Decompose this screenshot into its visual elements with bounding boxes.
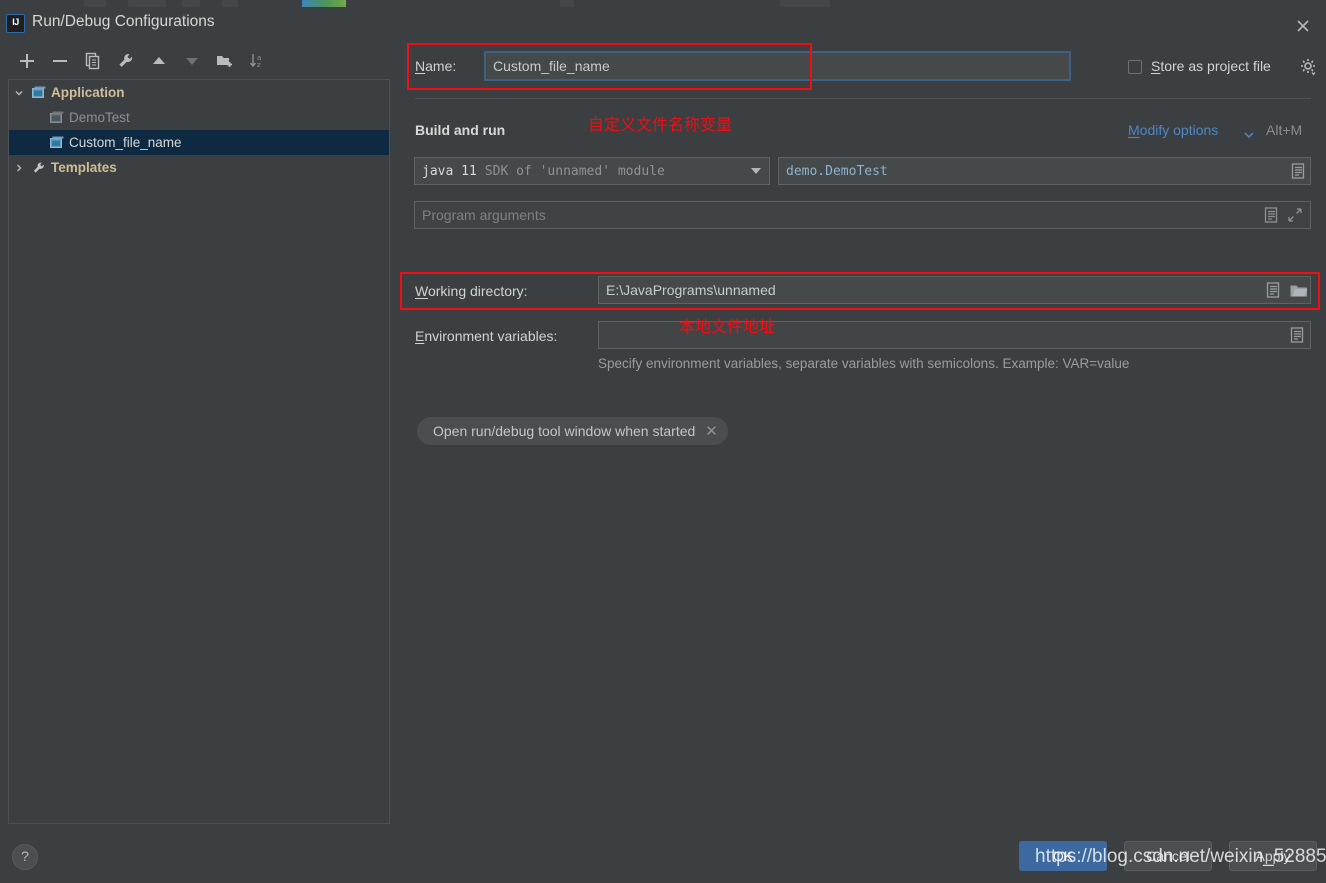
open-tool-window-chip[interactable]: Open run/debug tool window when started …	[417, 417, 728, 445]
working-directory-value: E:\JavaPrograms\unnamed	[606, 282, 776, 298]
tree-item-application[interactable]: Application	[9, 80, 389, 105]
working-directory-label: Working directory:	[415, 283, 528, 299]
chevron-right-icon[interactable]	[9, 163, 29, 173]
tree-item-custom-file-name[interactable]: Custom_file_name	[9, 130, 389, 155]
expand-icon[interactable]	[1287, 207, 1303, 228]
minus-icon[interactable]	[47, 48, 73, 74]
store-label-rest: tore as project file	[1160, 58, 1271, 74]
modify-options-shortcut: Alt+M	[1266, 122, 1303, 138]
apply-button[interactable]: Apply	[1229, 841, 1317, 871]
dialog-title: Run/Debug Configurations	[32, 13, 215, 30]
tree-item-templates[interactable]: Templates	[9, 155, 389, 180]
modify-options-link[interactable]: Modify options	[1128, 122, 1218, 138]
environment-variables-rest: nvironment variables:	[424, 328, 558, 344]
name-label-mnemonic: N	[415, 58, 426, 74]
tree-item-label: Custom_file_name	[69, 135, 182, 150]
main-class-input[interactable]: demo.DemoTest	[778, 157, 1311, 185]
tree-item-demotest[interactable]: DemoTest	[9, 105, 389, 130]
name-label: Name:	[415, 58, 456, 74]
chip-label: Open run/debug tool window when started	[433, 423, 696, 439]
folder-add-icon[interactable]	[212, 48, 238, 74]
dialog-titlebar: Run/Debug Configurations	[0, 6, 1326, 42]
chevron-down-icon[interactable]	[751, 168, 761, 174]
chevron-down-icon[interactable]	[9, 88, 29, 98]
main-class-value: demo.DemoTest	[786, 163, 888, 179]
folder-icon[interactable]	[1290, 283, 1308, 303]
application-window-icon	[29, 86, 49, 99]
help-button[interactable]: ?	[12, 844, 38, 870]
sdk-module-value: SDK of 'unnamed' module	[484, 163, 665, 179]
modify-options-rest: odify options	[1139, 122, 1219, 138]
help-button-label: ?	[21, 848, 29, 864]
name-input[interactable]: Custom_file_name	[484, 51, 1071, 81]
program-arguments-placeholder: Program arguments	[422, 207, 546, 223]
sdk-version-value: java 11	[422, 163, 477, 179]
section-divider	[415, 98, 1311, 99]
jre-module-dropdown[interactable]: java 11 SDK of 'unnamed' module	[414, 157, 770, 185]
arrow-up-icon[interactable]	[146, 48, 172, 74]
close-small-icon[interactable]: ✕	[705, 424, 718, 439]
configurations-toolbar: a z	[8, 48, 398, 76]
name-input-value: Custom_file_name	[493, 58, 610, 74]
store-as-project-file-label[interactable]: Store as project file	[1151, 58, 1271, 74]
tree-item-label: Application	[51, 85, 125, 100]
macro-icon[interactable]	[1266, 282, 1280, 303]
sort-alpha-icon[interactable]: a z	[245, 48, 271, 74]
working-directory-input[interactable]: E:\JavaPrograms\unnamed	[598, 276, 1311, 304]
close-icon[interactable]	[1288, 12, 1318, 40]
plus-icon[interactable]	[14, 48, 40, 74]
name-label-rest: ame:	[425, 58, 457, 74]
modify-options-mnemonic: M	[1128, 122, 1140, 138]
wrench-icon[interactable]	[113, 48, 139, 74]
tree-item-label: Templates	[51, 160, 117, 175]
arrow-down-icon[interactable]	[179, 48, 205, 74]
environment-variables-mnemonic: E	[415, 328, 425, 344]
working-directory-rest: orking directory:	[427, 283, 528, 299]
store-as-project-file-checkbox[interactable]	[1128, 60, 1142, 74]
program-arguments-input[interactable]: Program arguments	[414, 201, 1311, 229]
ok-button[interactable]: OK	[1019, 841, 1107, 871]
cancel-button[interactable]: Cancel	[1124, 841, 1212, 871]
run-debug-configurations-dialog: Run/Debug Configurations	[0, 0, 1326, 883]
intellij-logo-icon	[6, 14, 25, 33]
list-icon[interactable]	[1290, 327, 1304, 348]
configurations-tree[interactable]: Application DemoTest Custom_file_name Te…	[8, 79, 390, 824]
store-label-mnemonic: S	[1151, 58, 1161, 74]
wrench-icon	[29, 161, 49, 175]
application-window-icon	[47, 136, 67, 149]
chevron-down-icon[interactable]	[1243, 127, 1255, 145]
copy-icon[interactable]	[80, 48, 106, 74]
environment-variables-input[interactable]	[598, 321, 1311, 349]
macro-icon[interactable]	[1291, 163, 1305, 184]
environment-variables-hint: Specify environment variables, separate …	[598, 356, 1130, 371]
configuration-editor-pane: Name: Custom_file_name Store as project …	[400, 42, 1326, 832]
tree-item-label: DemoTest	[69, 110, 130, 125]
application-window-icon	[47, 111, 67, 124]
macro-icon[interactable]	[1264, 207, 1278, 228]
svg-text:z: z	[257, 61, 261, 69]
working-directory-mnemonic: W	[415, 283, 428, 299]
gear-icon[interactable]	[1300, 58, 1318, 81]
build-and-run-title: Build and run	[415, 122, 506, 138]
environment-variables-label: Environment variables:	[415, 328, 557, 344]
